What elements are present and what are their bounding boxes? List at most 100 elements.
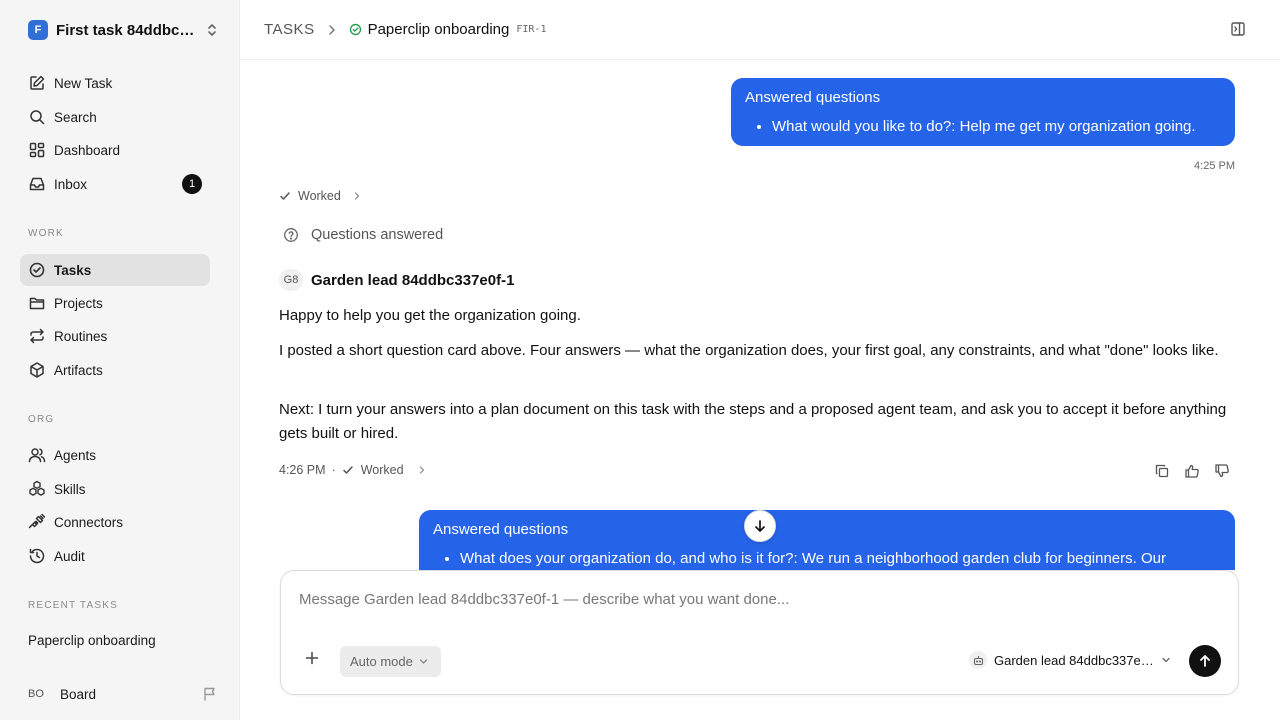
task-id: FIR-1: [516, 24, 547, 35]
chevron-right-icon[interactable]: [418, 465, 426, 475]
nav-audit[interactable]: Audit: [20, 540, 210, 572]
nav-tasks[interactable]: Tasks: [20, 254, 210, 286]
message-composer: Auto mode Garden lead 84ddbc337e0f-1: [280, 570, 1239, 695]
nav-skills[interactable]: Skills: [20, 473, 210, 505]
agent-select-label: Garden lead 84ddbc337e0f-1: [994, 652, 1154, 668]
answer-list: What would you like to do?: Help me get …: [745, 118, 1221, 135]
dashboard-icon: [28, 141, 46, 159]
answer-list: What does your organization do, and who …: [433, 550, 1221, 567]
mode-select[interactable]: Auto mode: [340, 646, 441, 677]
history-icon: [28, 547, 46, 565]
answer-item: What does your organization do, and who …: [460, 550, 1221, 567]
board-switcher[interactable]: BO Board: [28, 683, 218, 705]
chevron-right-icon: [327, 24, 337, 36]
chevron-down-icon: [1161, 655, 1171, 665]
bot-icon: [969, 651, 987, 669]
sidebar: F First task 84ddbc337e0f New Task Searc…: [0, 0, 240, 720]
scroll-to-bottom-button[interactable]: [744, 510, 776, 542]
nav-new-task[interactable]: New Task: [20, 67, 210, 99]
nav-label: Connectors: [54, 514, 124, 530]
nav-label: Tasks: [54, 262, 92, 278]
section-label-work: WORK: [28, 228, 64, 239]
folder-icon: [28, 294, 46, 312]
section-label-org: ORG: [28, 414, 55, 425]
nav-agents[interactable]: Agents: [20, 439, 210, 471]
sidebar-toggle-icon[interactable]: [1230, 21, 1246, 37]
section-label-recent: RECENT TASKS: [28, 600, 118, 611]
thumbs-up-icon[interactable]: [1184, 463, 1200, 479]
boxes-icon: [28, 480, 46, 498]
message-timestamp: 4:26 PM: [279, 463, 326, 477]
workspace-logo: F: [28, 20, 48, 40]
box-icon: [28, 361, 46, 379]
nav-label: Routines: [54, 328, 108, 344]
page-title: Paperclip onboarding: [367, 21, 510, 38]
agent-header: G8 Garden lead 84ddbc337e0f-1: [279, 269, 514, 291]
message-timestamp: 4:25 PM: [1194, 160, 1235, 172]
workspace-name: First task 84ddbc337e0f: [56, 21, 196, 39]
bubble-title: Answered questions: [745, 89, 881, 106]
message-input[interactable]: [299, 591, 1199, 608]
search-icon: [28, 108, 46, 126]
nav-label: Projects: [54, 295, 103, 311]
agent-avatar: G8: [279, 269, 303, 291]
page-header: TASKS Paperclip onboarding FIR-1: [240, 0, 1280, 60]
recent-task-item[interactable]: Paperclip onboarding: [28, 633, 156, 648]
repeat-icon: [28, 327, 46, 345]
users-icon: [28, 446, 46, 464]
status-check-icon: [349, 23, 362, 36]
nav-label: Inbox: [54, 176, 88, 192]
questions-answered-label: Questions answered: [311, 227, 444, 243]
workspace-switcher[interactable]: F First task 84ddbc337e0f: [28, 20, 218, 40]
meta-separator: ·: [331, 463, 336, 477]
board-label: Board: [60, 686, 97, 702]
nav-label: Artifacts: [54, 362, 103, 378]
message-actions: [1154, 463, 1230, 479]
help-circle-icon: [283, 227, 299, 243]
flag-icon[interactable]: [202, 686, 218, 702]
nav-label: Search: [54, 109, 97, 125]
check-icon: [279, 190, 291, 202]
nav-connectors[interactable]: Connectors: [20, 506, 210, 538]
plus-icon[interactable]: [305, 651, 319, 665]
answer-item: What would you like to do?: Help me get …: [772, 118, 1221, 135]
thumbs-down-icon[interactable]: [1214, 463, 1230, 479]
nav-projects[interactable]: Projects: [20, 287, 210, 319]
nav-search[interactable]: Search: [20, 101, 210, 133]
worked-label[interactable]: Worked: [361, 463, 404, 477]
breadcrumb-tasks[interactable]: TASKS: [264, 21, 315, 38]
nav-artifacts[interactable]: Artifacts: [20, 354, 210, 386]
nav-inbox[interactable]: Inbox 1: [20, 168, 210, 200]
nav-label: New Task: [54, 75, 113, 91]
questions-answered-event: Questions answered: [283, 227, 443, 243]
nav-label: Skills: [54, 481, 86, 497]
chevron-down-icon: [419, 657, 428, 666]
check-icon: [342, 464, 354, 476]
arrow-down-icon: [753, 519, 767, 533]
arrow-up-icon: [1198, 654, 1212, 668]
inbox-icon: [28, 175, 46, 193]
agent-message-meta: 4:26 PM · Worked: [279, 463, 426, 477]
worked-label: Worked: [298, 189, 341, 203]
send-button[interactable]: [1189, 645, 1221, 677]
nav-label: Audit: [54, 548, 85, 564]
user-message-bubble: Answered questions What would you like t…: [731, 78, 1235, 146]
worked-toggle[interactable]: Worked: [279, 189, 361, 203]
nav-label: Agents: [54, 447, 97, 463]
nav-label: Dashboard: [54, 142, 121, 158]
inbox-count-badge: 1: [182, 174, 202, 194]
chevron-up-down-icon: [206, 23, 218, 37]
chevron-right-icon: [353, 191, 361, 201]
copy-icon[interactable]: [1154, 463, 1170, 479]
agent-select[interactable]: Garden lead 84ddbc337e0f-1: [969, 651, 1171, 669]
agent-message-paragraph: I posted a short question card above. Fo…: [279, 342, 1219, 359]
nav-routines[interactable]: Routines: [20, 320, 210, 352]
user-message-bubble: Answered questions What does your organi…: [419, 510, 1235, 570]
check-circle-icon: [28, 261, 46, 279]
plug-icon: [28, 513, 46, 531]
agent-message-paragraph: Happy to help you get the organization g…: [279, 307, 581, 324]
nav-dashboard[interactable]: Dashboard: [20, 134, 210, 166]
edit-icon: [28, 74, 46, 92]
agent-message-paragraph: Next: I turn your answers into a plan do…: [279, 401, 1227, 442]
agent-name: Garden lead 84ddbc337e0f-1: [311, 271, 515, 289]
